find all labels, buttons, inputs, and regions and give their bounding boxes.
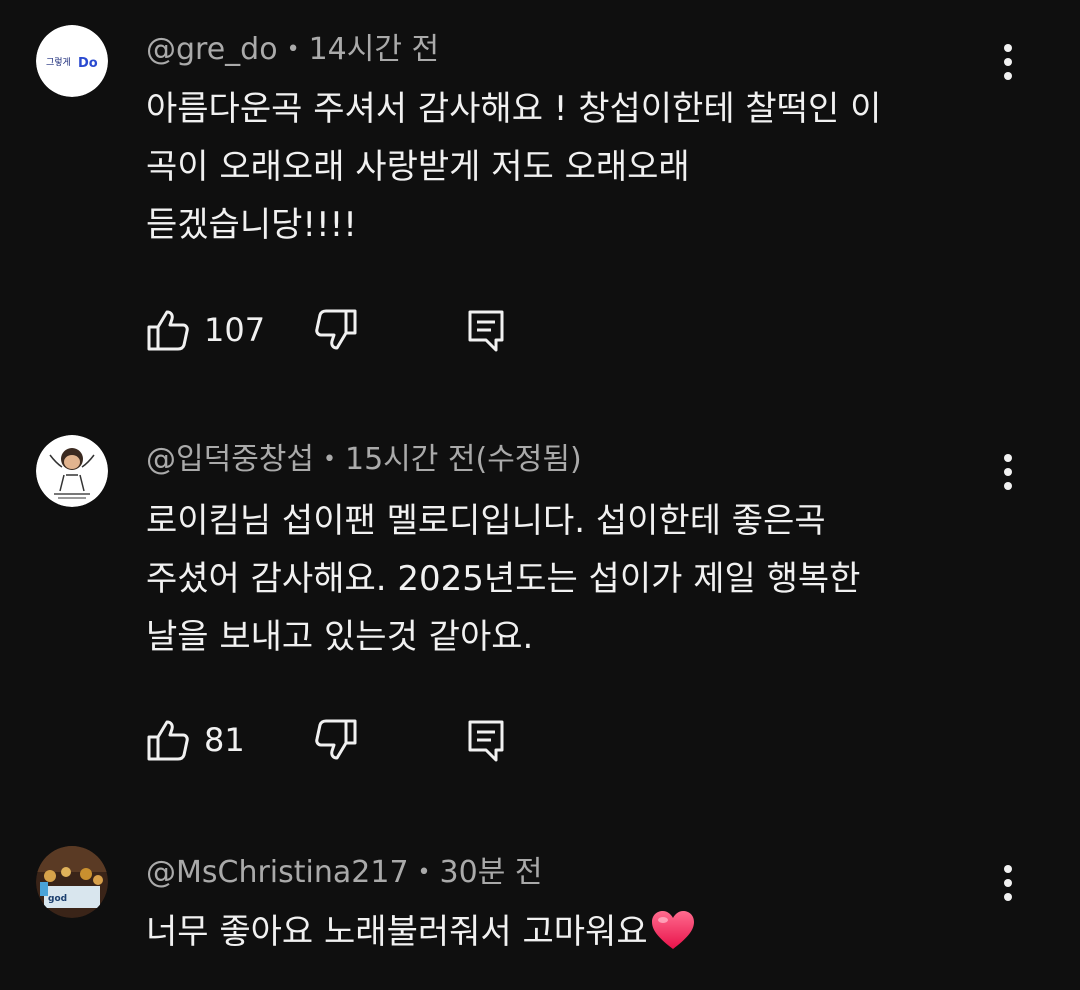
- avatar[interactable]: [36, 435, 108, 507]
- separator-dot: •: [286, 37, 300, 62]
- reply-button[interactable]: [466, 718, 506, 762]
- comment-text-line: 로이킴님 섭이팬 멜로디입니다. 섭이한테 좋은곡: [146, 501, 826, 541]
- comment-header: @gre_do • 14시간 전: [146, 28, 439, 72]
- avatar-lettering: 그렇게: [46, 57, 71, 68]
- comment-time: 30분 전: [439, 855, 543, 890]
- comment-text-line: 너무 좋아요 노래불러줘서 고마워요: [146, 903, 1026, 961]
- svg-text:Do: Do: [78, 56, 98, 71]
- comment-time: 15시간 전(수정됨): [344, 442, 582, 477]
- like-button[interactable]: [146, 308, 190, 352]
- comment-header: @입덕중창섭 • 15시간 전(수정됨): [146, 438, 582, 482]
- avatar[interactable]: god: [36, 846, 108, 918]
- thumbs-up-icon: [147, 310, 189, 351]
- comment-text-content: 너무 좋아요 노래불러줘서 고마워요: [146, 912, 648, 952]
- svg-text:god: god: [48, 894, 67, 904]
- like-count: 107: [204, 311, 266, 349]
- comment-actions: 107: [146, 308, 546, 352]
- comment-text: 너무 좋아요 노래불러줘서 고마워요: [146, 903, 1026, 961]
- comment-text-line: 듣겠습니당!!!!: [146, 205, 357, 245]
- comment-header: @MsChristina217 • 30분 전: [146, 851, 542, 895]
- comment-time: 14시간 전: [308, 32, 440, 67]
- comment-text: 로이킴님 섭이팬 멜로디입니다. 섭이한테 좋은곡 주셨어 감사해요. 2025…: [146, 492, 1026, 666]
- more-vert-icon: [1004, 44, 1012, 80]
- more-vert-icon: [1004, 865, 1012, 901]
- comment-text-line: 아름다운곡 주셔서 감사해요 ! 창섭이한테 찰떡인 이: [146, 89, 882, 129]
- like-count: 81: [204, 721, 245, 759]
- avatar[interactable]: 그렇게 Do: [36, 25, 108, 97]
- thumbs-up-icon: [147, 720, 189, 761]
- separator-dot: •: [417, 860, 431, 885]
- thumbs-down-icon: [315, 309, 357, 350]
- more-options-button[interactable]: [994, 450, 1022, 494]
- more-options-button[interactable]: [994, 40, 1022, 84]
- comment-text: 아름다운곡 주셔서 감사해요 ! 창섭이한테 찰떡인 이 곡이 오래오래 사랑받…: [146, 80, 1026, 254]
- comment-author[interactable]: @입덕중창섭: [146, 442, 314, 477]
- comment-actions: 81: [146, 718, 546, 762]
- reply-icon: [468, 310, 504, 352]
- dislike-button[interactable]: [314, 308, 358, 352]
- more-vert-icon: [1004, 454, 1012, 490]
- comment-author[interactable]: @MsChristina217: [146, 855, 409, 890]
- heart-emoji-icon: [651, 911, 694, 949]
- comment-text-line: 곡이 오래오래 사랑받게 저도 오래오래: [146, 147, 690, 187]
- comment-text-line: 날을 보내고 있는것 같아요.: [146, 617, 534, 657]
- comment-text-line: 주셨어 감사해요. 2025년도는 섭이가 제일 행복한: [146, 559, 861, 599]
- dislike-button[interactable]: [314, 718, 358, 762]
- reply-icon: [468, 720, 504, 762]
- thumbs-down-icon: [315, 719, 357, 760]
- comment-author[interactable]: @gre_do: [146, 32, 278, 67]
- separator-dot: •: [323, 447, 336, 472]
- reply-button[interactable]: [466, 308, 506, 352]
- like-button[interactable]: [146, 718, 190, 762]
- more-options-button[interactable]: [994, 861, 1022, 905]
